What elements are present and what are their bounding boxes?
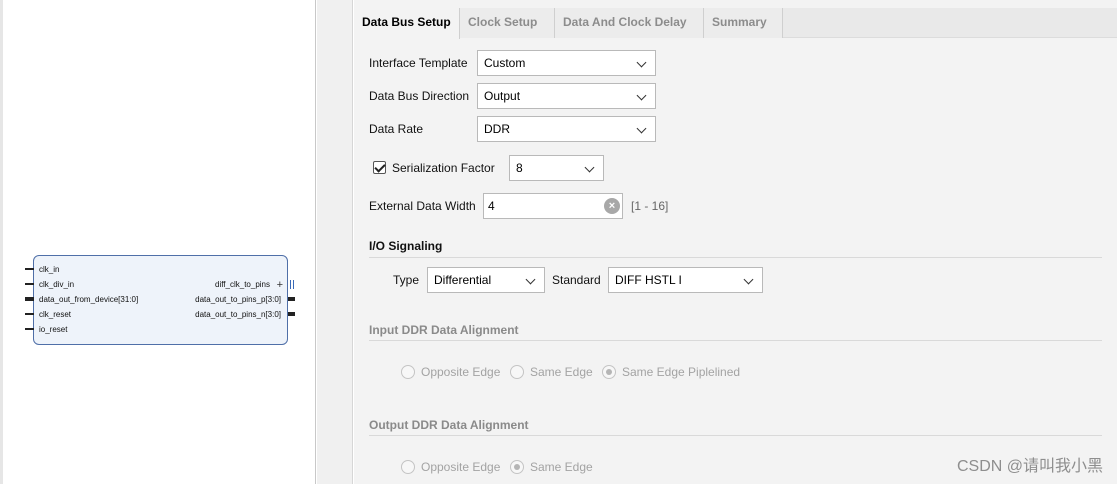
pin-clk-reset[interactable]: [25, 313, 34, 315]
pane-splitter[interactable]: [317, 0, 353, 484]
external-data-width-label: External Data Width: [369, 199, 476, 213]
interface-template-select[interactable]: Custom: [477, 50, 656, 76]
input-same-edge-pipelined-label: Same Edge Piplelined: [622, 365, 741, 379]
input-opposite-edge-label: Opposite Edge: [421, 365, 501, 379]
tab-bar: Data Bus Setup Clock Setup Data And Cloc…: [354, 8, 1117, 39]
interface-template-label: Interface Template: [369, 56, 468, 70]
io-signaling-title: I/O Signaling: [369, 239, 443, 253]
external-data-width-value: 4: [488, 199, 495, 213]
section-divider: [369, 340, 1102, 341]
interface-template-value: Custom: [484, 56, 526, 70]
chevron-down-icon: [584, 162, 595, 173]
data-bus-direction-value: Output: [484, 89, 521, 103]
io-standard-value: DIFF HSTL I: [615, 273, 682, 287]
output-same-edge-radio[interactable]: [510, 460, 524, 474]
io-type-value: Differential: [434, 273, 492, 287]
port-data-out-to-pins-p: data_out_to_pins_p[3:0]: [195, 295, 281, 304]
io-standard-label: Standard: [552, 273, 601, 287]
port-clk-reset: clk_reset: [39, 310, 72, 319]
input-same-edge-radio[interactable]: [510, 365, 524, 379]
pin-data-out-to-pins-n[interactable]: [288, 312, 295, 316]
data-rate-value: DDR: [484, 122, 510, 136]
port-clk-in: clk_in: [39, 265, 60, 274]
serialization-factor-checkbox[interactable]: [373, 161, 386, 174]
output-ddr-title: Output DDR Data Alignment: [369, 418, 529, 432]
pin-clk-div-in[interactable]: [25, 283, 34, 285]
diagram-canvas[interactable]: clk_in clk_div_in data_out_from_device[3…: [0, 0, 316, 484]
serialization-factor-label: Serialization Factor: [392, 161, 495, 175]
output-same-edge-label: Same Edge: [530, 460, 593, 474]
port-diff-clk-to-pins: diff_clk_to_pins: [215, 280, 270, 289]
section-divider: [369, 435, 1102, 436]
data-rate-select[interactable]: DDR: [477, 116, 656, 142]
diff-bus-icon[interactable]: [290, 280, 294, 289]
chevron-down-icon: [636, 123, 647, 134]
input-opposite-edge-radio[interactable]: [401, 365, 415, 379]
tab-summary[interactable]: Summary: [704, 8, 783, 38]
tab-data-bus-setup[interactable]: Data Bus Setup: [354, 8, 460, 39]
pin-clk-in[interactable]: [25, 268, 34, 270]
pin-io-reset[interactable]: [25, 328, 34, 330]
tab-data-and-clock-delay[interactable]: Data And Clock Delay: [555, 8, 704, 38]
port-data-out-from-device: data_out_from_device[31:0]: [39, 295, 139, 304]
ip-block[interactable]: clk_in clk_div_in data_out_from_device[3…: [33, 255, 288, 345]
watermark: CSDN @请叫我小黑: [956, 458, 1103, 475]
chevron-down-icon: [525, 274, 536, 285]
pin-data-out-to-pins-p[interactable]: [288, 297, 295, 301]
input-ddr-title: Input DDR Data Alignment: [369, 323, 519, 337]
input-same-edge-pipelined-radio[interactable]: [602, 365, 616, 379]
clear-icon[interactable]: ×: [604, 198, 620, 214]
section-divider: [369, 257, 1102, 258]
input-same-edge-label: Same Edge: [530, 365, 593, 379]
io-type-label: Type: [393, 273, 420, 287]
port-data-out-to-pins-n: data_out_to_pins_n[3:0]: [195, 310, 281, 319]
port-clk-div-in: clk_div_in: [39, 280, 75, 289]
canvas-edge: [0, 0, 3, 484]
chevron-down-icon: [636, 90, 647, 101]
data-bus-direction-label: Data Bus Direction: [369, 89, 470, 103]
serialization-factor-select[interactable]: 8: [509, 155, 604, 181]
config-pane: Data Bus Setup Clock Setup Data And Cloc…: [354, 0, 1117, 484]
output-opposite-edge-radio[interactable]: [401, 460, 415, 474]
expand-pin-icon[interactable]: +: [277, 280, 283, 291]
data-bus-direction-select[interactable]: Output: [477, 83, 656, 109]
tab-clock-setup[interactable]: Clock Setup: [460, 8, 555, 38]
serialization-factor-value: 8: [516, 161, 523, 175]
io-standard-select[interactable]: DIFF HSTL I: [608, 267, 763, 293]
chevron-down-icon: [743, 274, 754, 285]
chevron-down-icon: [636, 57, 647, 68]
io-type-select[interactable]: Differential: [427, 267, 545, 293]
pin-data-out-from-device[interactable]: [25, 297, 34, 301]
external-data-width-input[interactable]: 4 ×: [483, 193, 623, 219]
data-rate-label: Data Rate: [369, 122, 424, 136]
output-opposite-edge-label: Opposite Edge: [421, 460, 501, 474]
port-io-reset: io_reset: [39, 325, 68, 334]
external-data-width-range: [1 - 16]: [631, 199, 669, 213]
